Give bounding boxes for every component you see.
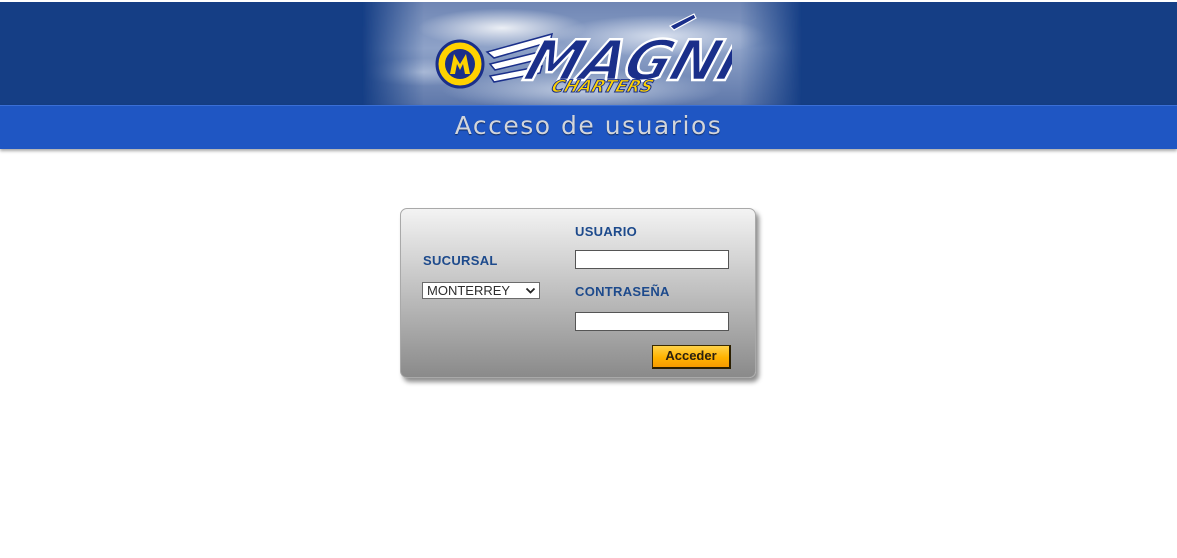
sucursal-selected-value: MONTERREY <box>427 283 511 298</box>
login-panel: USUARIO SUCURSAL MONTERREY CONTRASEÑA Ac… <box>400 208 756 378</box>
magni-charters-logo: MAGNÍ CHARTERS <box>435 13 732 97</box>
usuario-label: USUARIO <box>575 224 638 239</box>
chevron-down-icon <box>525 287 536 294</box>
header-banner: MAGNÍ CHARTERS <box>0 2 1177 105</box>
usuario-input[interactable] <box>575 250 729 269</box>
title-bar: Acceso de usuarios <box>0 105 1177 149</box>
logo-sub-text: CHARTERS <box>549 77 656 96</box>
acceder-button[interactable]: Acceder <box>652 345 731 369</box>
sucursal-select[interactable]: MONTERREY <box>422 282 540 299</box>
contrasena-input[interactable] <box>575 312 729 331</box>
contrasena-label: CONTRASEÑA <box>575 284 670 299</box>
page-title: Acceso de usuarios <box>454 111 723 140</box>
sucursal-label: SUCURSAL <box>423 253 498 268</box>
